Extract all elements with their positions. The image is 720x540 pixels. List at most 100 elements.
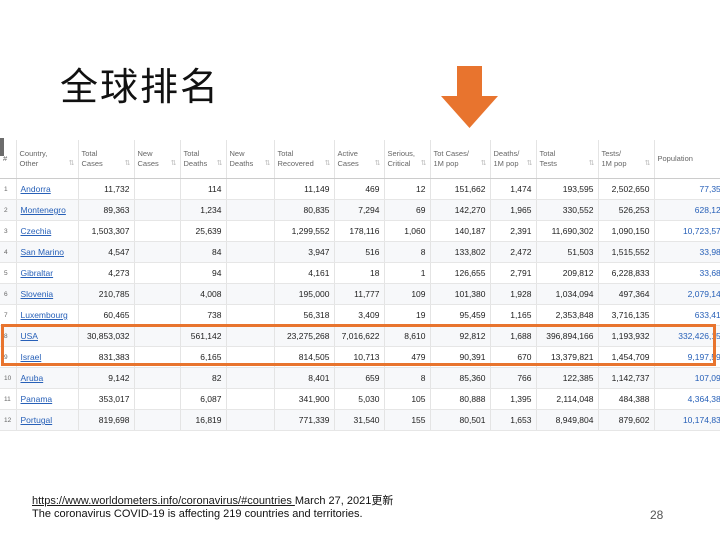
column-header[interactable]: Country, Other ⇅ bbox=[16, 140, 79, 179]
country-link[interactable]: Luxembourg bbox=[16, 304, 79, 326]
table-cell: 819,698 bbox=[78, 409, 135, 431]
table-cell: 12 bbox=[384, 178, 431, 200]
table-cell: 1,165 bbox=[490, 304, 537, 326]
table-cell: 10,174,830 bbox=[654, 409, 720, 431]
table-row: 1 Andorra 11,732 114 11,149 469 12 151,662 1,474… bbox=[0, 178, 720, 200]
table-cell: 5,030 bbox=[334, 388, 385, 410]
table-cell bbox=[134, 262, 181, 284]
table-cell: 2,791 bbox=[490, 262, 537, 284]
sort-icon[interactable]: ⇅ bbox=[217, 159, 223, 169]
source-date: March 27, 2021更新 bbox=[294, 495, 394, 507]
table-cell: 469 bbox=[334, 178, 385, 200]
table-cell: 4,273 bbox=[78, 262, 135, 284]
table-cell: 4,364,387 bbox=[654, 388, 720, 410]
table-cell bbox=[134, 283, 181, 305]
table-cell: 142,270 bbox=[430, 199, 491, 221]
table-cell: 82 bbox=[180, 367, 227, 389]
sort-icon[interactable]: ⇅ bbox=[589, 159, 595, 169]
column-header[interactable]: Tests/1M pop ⇅ bbox=[598, 140, 655, 179]
sort-icon[interactable]: ⇅ bbox=[645, 159, 651, 169]
table-cell: 6,228,833 bbox=[598, 262, 655, 284]
table-cell: 3 bbox=[0, 220, 17, 242]
column-header[interactable]: Total Tests ⇅ bbox=[536, 140, 599, 179]
table-cell: 516 bbox=[334, 241, 385, 263]
table-cell: 3,716,135 bbox=[598, 304, 655, 326]
column-header[interactable]: New Deaths ⇅ bbox=[226, 140, 275, 179]
table-row: 11 Panama 353,017 6,087 341,900 5,030 105 80,88… bbox=[0, 388, 720, 410]
country-link[interactable]: Portugal bbox=[16, 409, 79, 431]
sort-icon[interactable]: ⇅ bbox=[481, 159, 487, 169]
table-cell: 6,087 bbox=[180, 388, 227, 410]
column-header-label: Tot Cases/ bbox=[433, 149, 469, 158]
column-header[interactable]: Population⇅ bbox=[654, 140, 720, 179]
sort-icon[interactable]: ⇅ bbox=[325, 159, 331, 169]
table-cell: 193,595 bbox=[536, 178, 599, 200]
table-cell bbox=[134, 304, 181, 326]
column-header[interactable]: Tot Cases/1M pop ⇅ bbox=[430, 140, 491, 179]
table-cell: 1,653 bbox=[490, 409, 537, 431]
sort-icon[interactable]: ⇅ bbox=[265, 159, 271, 169]
usa-israel-highlight-box bbox=[1, 324, 716, 366]
table-cell: 8 bbox=[384, 367, 431, 389]
column-header-label: # bbox=[3, 154, 8, 163]
table-cell: 7,294 bbox=[334, 199, 385, 221]
sort-icon[interactable]: ⇅ bbox=[421, 159, 427, 169]
table-cell: 659 bbox=[334, 367, 385, 389]
country-link[interactable]: Gibraltar bbox=[16, 262, 79, 284]
table-cell: 1 bbox=[384, 262, 431, 284]
table-cell bbox=[134, 367, 181, 389]
sort-icon[interactable]: ⇅ bbox=[125, 159, 131, 169]
sort-icon[interactable]: ⇅ bbox=[69, 159, 75, 169]
column-header[interactable]: Total Recovered ⇅ bbox=[274, 140, 335, 179]
column-header[interactable]: New Cases ⇅ bbox=[134, 140, 181, 179]
table-cell: 69 bbox=[384, 199, 431, 221]
table-cell: 209,812 bbox=[536, 262, 599, 284]
country-link[interactable]: Montenegro bbox=[16, 199, 79, 221]
table-row: 10 Aruba 9,142 82 8,401 659 8 85,360 766 122,385 1… bbox=[0, 367, 720, 389]
table-cell: 11,690,302 bbox=[536, 220, 599, 242]
table-cell: 18 bbox=[334, 262, 385, 284]
table-cell: 1 bbox=[0, 178, 17, 200]
country-link[interactable]: Andorra bbox=[16, 178, 79, 200]
table-cell: 10,723,575 bbox=[654, 220, 720, 242]
column-header[interactable]: # bbox=[0, 140, 17, 179]
table-cell bbox=[134, 241, 181, 263]
country-link[interactable]: San Marino bbox=[16, 241, 79, 263]
column-header[interactable]: Total Cases ⇅ bbox=[78, 140, 135, 179]
table-cell: 4,008 bbox=[180, 283, 227, 305]
country-link[interactable]: Panama bbox=[16, 388, 79, 410]
caption: The coronavirus COVID-19 is affecting 21… bbox=[32, 508, 363, 520]
table-row: 5 Gibraltar 4,273 94 4,161 18 1 126,655 2,791 209… bbox=[0, 262, 720, 284]
table-cell: 101,380 bbox=[430, 283, 491, 305]
table-cell: 84 bbox=[180, 241, 227, 263]
country-ranking-table: # Country, Other ⇅ Total Cases ⇅ New Cases ⇅ Total… bbox=[0, 140, 720, 432]
table-cell: 766 bbox=[490, 367, 537, 389]
table-cell bbox=[134, 220, 181, 242]
column-header[interactable]: Total Deaths ⇅ bbox=[180, 140, 227, 179]
table-cell: 738 bbox=[180, 304, 227, 326]
country-link[interactable]: Slovenia bbox=[16, 283, 79, 305]
column-header-label: New bbox=[229, 149, 245, 158]
column-header[interactable]: Serious, Critical ⇅ bbox=[384, 140, 431, 179]
country-link[interactable]: Aruba bbox=[16, 367, 79, 389]
table-cell: 1,395 bbox=[490, 388, 537, 410]
table-cell: 133,802 bbox=[430, 241, 491, 263]
table-cell bbox=[134, 199, 181, 221]
table-cell: 56,318 bbox=[274, 304, 335, 326]
sort-icon[interactable]: ⇅ bbox=[527, 159, 533, 169]
page-number: 28 bbox=[650, 508, 664, 522]
sort-icon[interactable]: ⇅ bbox=[375, 159, 381, 169]
sort-icon[interactable]: ⇅ bbox=[171, 159, 177, 169]
table-cell: 4,547 bbox=[78, 241, 135, 263]
column-header[interactable]: Deaths/1M pop ⇅ bbox=[490, 140, 537, 179]
table-row: 3 Czechia 1,503,307 25,639 1,299,552 178,116 1… bbox=[0, 220, 720, 242]
table-cell bbox=[226, 199, 275, 221]
country-link[interactable]: Czechia bbox=[16, 220, 79, 242]
source-link[interactable]: https://www.worldometers.info/coronaviru… bbox=[32, 495, 295, 507]
table-cell: 7 bbox=[0, 304, 17, 326]
column-header-label: Other bbox=[19, 159, 39, 168]
column-header[interactable]: Active Cases ⇅ bbox=[334, 140, 385, 179]
table-row: 12 Portugal 819,698 16,819 771,339 31,540 155 8… bbox=[0, 409, 720, 431]
table-cell: 94 bbox=[180, 262, 227, 284]
table-header-row: # Country, Other ⇅ Total Cases ⇅ New Cases ⇅ Total… bbox=[0, 140, 720, 179]
